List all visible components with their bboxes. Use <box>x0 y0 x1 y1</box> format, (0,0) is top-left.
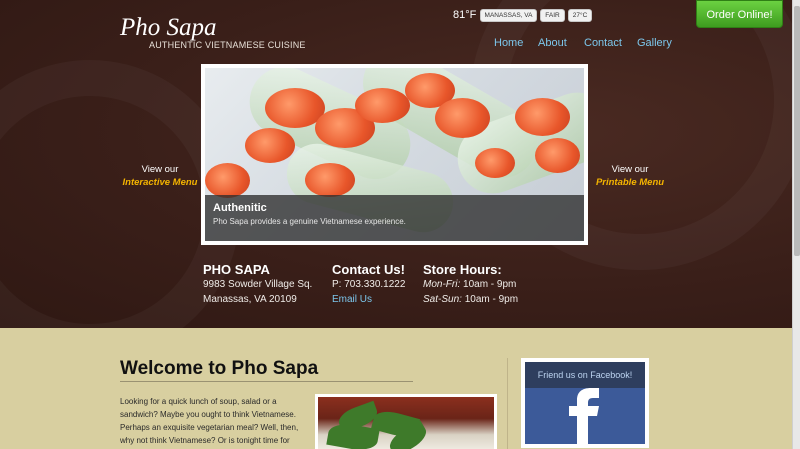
sidebar-divider <box>507 358 508 449</box>
facebook-icon <box>525 388 645 444</box>
slide-caption: Authenitic Pho Sapa provides a genuine V… <box>205 195 584 241</box>
printable-menu-label: Printable Menu <box>595 177 665 188</box>
welcome-title: Welcome to Pho Sapa <box>120 358 319 379</box>
address-heading: PHO SAPA <box>203 262 270 277</box>
address-street: 9983 Sowder Village Sq. <box>203 279 313 290</box>
condition-badge: FAIR <box>540 9 565 22</box>
celsius-badge: 27°C <box>568 9 592 22</box>
hours-weekend-time: 10am - 9pm <box>464 294 519 305</box>
facebook-label: Friend us on Facebook! <box>525 362 645 388</box>
hero-slideshow[interactable]: Authenitic Pho Sapa provides a genuine V… <box>201 64 588 245</box>
slide-description: Pho Sapa provides a genuine Vietnamese e… <box>213 217 406 226</box>
nav-gallery[interactable]: Gallery <box>637 37 672 49</box>
interactive-menu-prefix: View our <box>141 164 179 175</box>
email-link[interactable]: Email Us <box>332 294 372 305</box>
interactive-menu-label: Interactive Menu <box>122 177 198 188</box>
printable-menu-prefix: View our <box>611 164 649 175</box>
hero-image: Authenitic Pho Sapa provides a genuine V… <box>205 68 584 241</box>
logo[interactable]: Pho Sapa <box>120 14 217 42</box>
hours-weekend-days: Sat-Sun: <box>423 294 462 305</box>
scrollbar[interactable] <box>792 0 800 449</box>
welcome-line: sandwich? Maybe you ought to think Vietn… <box>120 410 296 419</box>
tagline: AUTHENTIC VIETNAMESE CUISINE <box>149 40 306 50</box>
contact-phone: P: 703.330.1222 <box>332 279 406 290</box>
food-photo <box>315 394 497 449</box>
nav-about[interactable]: About <box>538 37 567 49</box>
hours-heading: Store Hours: <box>423 262 502 277</box>
printable-menu-link[interactable]: View our Printable Menu <box>590 164 670 188</box>
nav-contact[interactable]: Contact <box>584 37 622 49</box>
hours-weekday: Mon-Fri: 10am - 9pm <box>423 279 516 290</box>
scrollbar-thumb[interactable] <box>794 6 800 256</box>
address-city: Manassas, VA 20109 <box>203 294 297 305</box>
nav-home[interactable]: Home <box>494 37 523 49</box>
facebook-widget[interactable]: Friend us on Facebook! <box>521 358 649 448</box>
welcome-text: Looking for a quick lunch of soup, salad… <box>120 395 306 447</box>
hours-weekday-time: 10am - 9pm <box>463 279 517 290</box>
welcome-line: Perhaps an exquisite vegetarian meal? We… <box>120 423 299 432</box>
slide-title: Authenitic <box>213 202 267 214</box>
hours-weekday-days: Mon-Fri: <box>423 279 461 290</box>
hours-weekend: Sat-Sun: 10am - 9pm <box>423 294 518 305</box>
interactive-menu-link[interactable]: View our Interactive Menu <box>118 164 202 188</box>
divider <box>120 381 413 382</box>
contact-heading: Contact Us! <box>332 262 405 277</box>
temperature: 81°F <box>453 9 477 21</box>
welcome-line: why not think Vietnamese? Or is tonight … <box>120 436 290 445</box>
location-badge: MANASSAS, VA <box>480 9 537 22</box>
order-online-button[interactable]: Order Online! <box>696 0 783 28</box>
header-section: Pho Sapa AUTHENTIC VIETNAMESE CUISINE 81… <box>0 0 792 328</box>
welcome-line: Looking for a quick lunch of soup, salad… <box>120 397 277 406</box>
